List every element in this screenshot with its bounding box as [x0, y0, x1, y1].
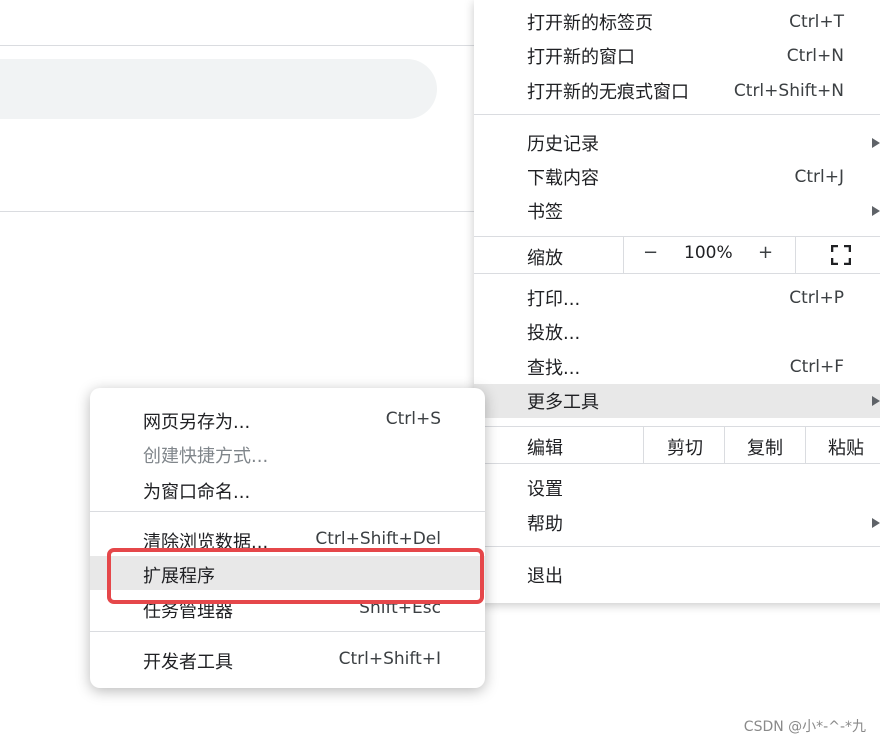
annotation-highlight-box: [107, 548, 484, 604]
menu-item-label: 打印...: [527, 289, 581, 310]
zoom-row: 缩放 − 100% +: [474, 237, 880, 273]
menu-item-settings[interactable]: 设置: [474, 471, 880, 505]
menu-item-print[interactable]: 打印... Ctrl+P: [474, 281, 880, 315]
menu-item-downloads[interactable]: 下载内容 Ctrl+J: [474, 160, 880, 194]
menu-item-shortcut: Ctrl+J: [794, 167, 844, 187]
menu-item-more-tools[interactable]: 更多工具: [474, 384, 880, 418]
menu-item-cast[interactable]: 投放...: [474, 315, 880, 349]
browser-main-menu: 打开新的标签页 Ctrl+T 打开新的窗口 Ctrl+N 打开新的无痕式窗口 C…: [474, 0, 880, 603]
menu-separator: [474, 114, 880, 115]
submenu-item-create-shortcut[interactable]: 创建快捷方式...: [90, 436, 485, 470]
zoom-label: 缩放: [527, 248, 563, 269]
edit-divider: [805, 427, 806, 463]
paste-button[interactable]: 粘贴: [828, 434, 864, 460]
cut-button[interactable]: 剪切: [667, 434, 703, 460]
triangle-right-icon: [872, 396, 880, 406]
submenu-item-name-window[interactable]: 为窗口命名...: [90, 472, 485, 506]
menu-item-label: 设置: [527, 479, 563, 500]
zoom-divider: [795, 237, 796, 273]
zoom-divider: [623, 237, 624, 273]
triangle-right-icon: [872, 518, 880, 528]
submenu-item-label: 创建快捷方式...: [143, 446, 269, 467]
more-tools-submenu: 网页另存为... Ctrl+S 创建快捷方式... 为窗口命名... 清除浏览数…: [90, 388, 485, 688]
toolbar-divider: [0, 45, 474, 46]
submenu-item-shortcut: Ctrl+Shift+Del: [315, 529, 441, 549]
edit-row: 编辑 剪切 复制 粘贴: [474, 427, 880, 463]
menu-item-history[interactable]: 历史记录: [474, 126, 880, 160]
menu-item-bookmarks[interactable]: 书签: [474, 194, 880, 228]
edit-divider: [643, 427, 644, 463]
menu-item-label: 打开新的标签页: [527, 13, 653, 34]
submenu-separator: [90, 631, 485, 632]
menu-separator: [474, 273, 880, 274]
submenu-item-dev-tools[interactable]: 开发者工具 Ctrl+Shift+I: [90, 642, 485, 676]
menu-item-help[interactable]: 帮助: [474, 506, 880, 540]
zoom-out-button[interactable]: −: [643, 242, 658, 263]
submenu-item-label: 为窗口命名...: [143, 482, 251, 503]
address-bar[interactable]: [0, 59, 437, 119]
menu-item-label: 书签: [527, 202, 563, 223]
edit-label: 编辑: [527, 438, 563, 459]
submenu-item-shortcut: Ctrl+S: [385, 409, 441, 429]
menu-item-label: 下载内容: [527, 168, 599, 189]
menu-item-label: 帮助: [527, 514, 563, 535]
menu-item-shortcut: Ctrl+F: [789, 357, 844, 377]
menu-item-label: 查找...: [527, 358, 581, 379]
menu-item-label: 退出: [527, 566, 563, 587]
menu-item-new-incognito[interactable]: 打开新的无痕式窗口 Ctrl+Shift+N: [474, 74, 880, 108]
menu-item-new-tab[interactable]: 打开新的标签页 Ctrl+T: [474, 5, 880, 39]
menu-item-label: 历史记录: [527, 134, 599, 155]
menu-item-shortcut: Ctrl+Shift+N: [733, 81, 844, 101]
submenu-item-save-page[interactable]: 网页另存为... Ctrl+S: [90, 402, 485, 436]
menu-item-exit[interactable]: 退出: [474, 558, 880, 592]
zoom-in-button[interactable]: +: [758, 242, 773, 263]
triangle-right-icon: [872, 206, 880, 216]
edit-divider: [724, 427, 725, 463]
submenu-item-shortcut: Ctrl+Shift+I: [338, 649, 441, 669]
menu-item-label: 打开新的窗口: [527, 47, 635, 68]
zoom-level: 100%: [684, 243, 733, 263]
menu-item-label: 投放...: [527, 323, 581, 344]
menu-item-find[interactable]: 查找... Ctrl+F: [474, 350, 880, 384]
watermark-text: CSDN @小*-^-*九: [743, 719, 866, 735]
menu-item-shortcut: Ctrl+T: [789, 12, 844, 32]
submenu-item-label: 网页另存为...: [143, 412, 251, 433]
triangle-right-icon: [872, 138, 880, 148]
fullscreen-icon[interactable]: [831, 245, 851, 265]
menu-item-shortcut: Ctrl+N: [786, 46, 844, 66]
menu-separator: [474, 546, 880, 547]
menu-item-label: 更多工具: [527, 392, 599, 413]
menu-item-label: 打开新的无痕式窗口: [527, 82, 689, 103]
menu-item-shortcut: Ctrl+P: [789, 288, 844, 308]
menu-separator: [474, 463, 880, 464]
menu-item-new-window[interactable]: 打开新的窗口 Ctrl+N: [474, 39, 880, 73]
submenu-separator: [90, 511, 485, 512]
copy-button[interactable]: 复制: [747, 434, 783, 460]
submenu-item-label: 开发者工具: [143, 652, 233, 673]
content-divider: [0, 211, 474, 212]
